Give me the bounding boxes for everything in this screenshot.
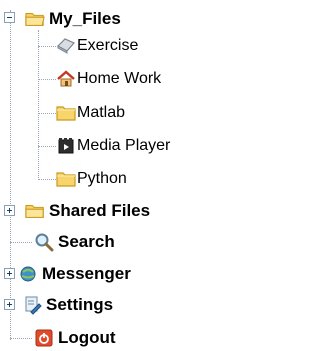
- tree-item-label: Media Player: [77, 137, 171, 154]
- home-work-icon: [56, 69, 76, 89]
- tree-item-label: Shared Files: [49, 201, 151, 220]
- tree-item-home-work[interactable]: Home Work: [56, 66, 161, 92]
- tree-guide-line: [10, 10, 11, 340]
- tree-item-python[interactable]: Python: [56, 166, 127, 192]
- tree-guide-line: [10, 242, 32, 243]
- folder-open-icon: [25, 9, 45, 29]
- settings-icon: [22, 295, 42, 315]
- tree-item-shared-files[interactable]: Shared Files: [25, 198, 150, 224]
- tree-item-settings[interactable]: Settings: [22, 292, 113, 318]
- tree-guide-line: [38, 146, 56, 147]
- expand-messenger-toggle[interactable]: [4, 268, 15, 279]
- tree-item-search[interactable]: Search: [34, 229, 115, 255]
- tree-item-label: Python: [77, 170, 127, 187]
- collapse-my-files-toggle[interactable]: [4, 12, 15, 23]
- expand-shared-files-toggle[interactable]: [4, 205, 15, 216]
- tree-item-media-player[interactable]: Media Player: [56, 133, 170, 159]
- folder-icon: [25, 201, 45, 221]
- tree-item-label: Exercise: [77, 37, 139, 54]
- tree-guide-line: [38, 179, 56, 180]
- tree-item-label: Search: [58, 232, 115, 251]
- tree-item-matlab[interactable]: Matlab: [56, 100, 125, 126]
- tree-root-my-files[interactable]: My_Files: [25, 6, 121, 32]
- tree-item-messenger[interactable]: Messenger: [18, 261, 131, 287]
- exercise-icon: [56, 36, 76, 56]
- tree-item-logout[interactable]: Logout: [34, 325, 116, 351]
- tree-guide-line: [10, 338, 32, 339]
- tree-root-label: My_Files: [49, 9, 121, 28]
- tree-item-label: Settings: [46, 295, 114, 314]
- tree-guide-line: [38, 79, 56, 80]
- tree-item-label: Logout: [58, 328, 116, 347]
- logout-icon: [34, 328, 54, 348]
- tree-guide-line: [38, 30, 39, 180]
- tree-item-label: Matlab: [77, 104, 126, 121]
- tree-guide-line: [38, 113, 56, 114]
- messenger-icon: [18, 264, 38, 284]
- tree-item-label: Messenger: [42, 264, 131, 283]
- media-player-icon: [56, 136, 76, 156]
- file-tree: My_Files Exercise Home Work Matlab Media…: [0, 0, 322, 350]
- tree-item-label: Home Work: [77, 70, 162, 87]
- tree-guide-line: [38, 46, 56, 47]
- search-icon: [34, 232, 54, 252]
- folder-icon: [56, 169, 76, 189]
- expand-settings-toggle[interactable]: [4, 299, 15, 310]
- folder-icon: [56, 103, 76, 123]
- tree-item-exercise[interactable]: Exercise: [56, 33, 138, 59]
